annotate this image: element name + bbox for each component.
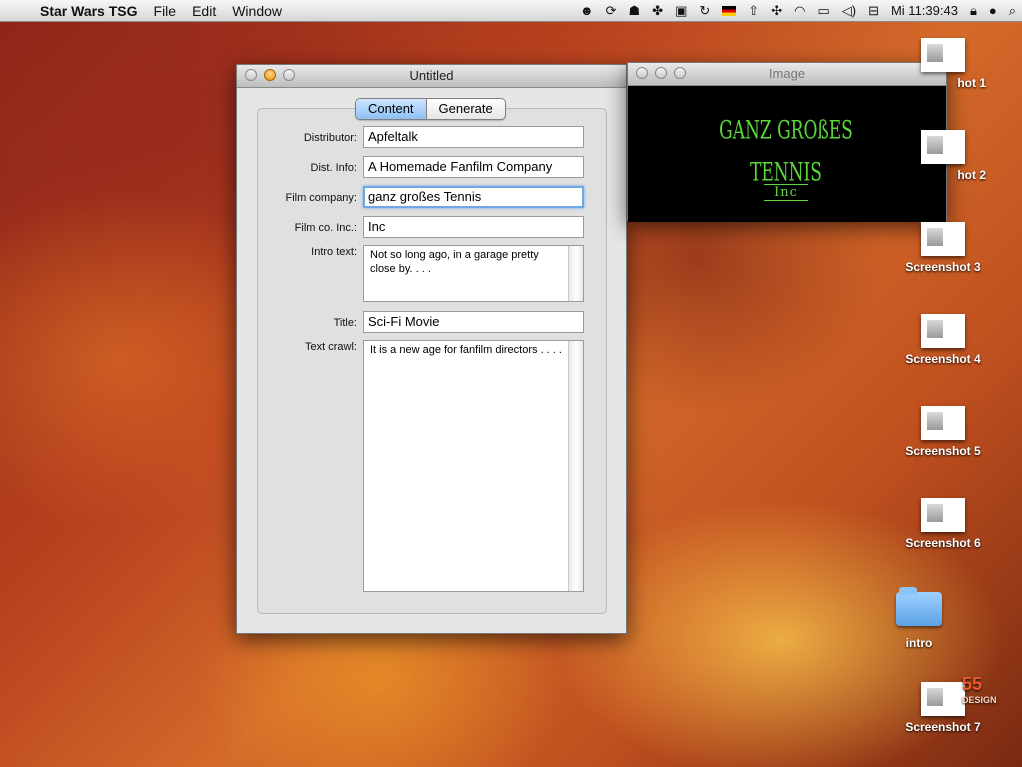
text-crawl-content: It is a new age for fanfilm directors . … bbox=[370, 344, 562, 356]
title-field[interactable]: Sci-Fi Movie bbox=[363, 311, 584, 333]
screenshot-thumbnail-icon bbox=[921, 314, 965, 348]
desktop-icon-screenshot-1[interactable]: hot 1 bbox=[888, 38, 998, 90]
time-machine-icon[interactable]: ↻ bbox=[699, 3, 710, 19]
desktop-icon-label: Screenshot 3 bbox=[905, 260, 981, 274]
eject-icon[interactable]: ⇧ bbox=[748, 3, 759, 19]
volume-icon[interactable]: ◁) bbox=[842, 3, 856, 19]
window-controls bbox=[245, 69, 302, 81]
display-icon[interactable]: ⊟ bbox=[868, 3, 879, 19]
clock-display[interactable]: Mi 11:39:43 bbox=[891, 3, 958, 18]
title-label: Title: bbox=[333, 317, 357, 329]
text-crawl-area[interactable]: It is a new age for fanfilm directors . … bbox=[363, 340, 584, 592]
film-co-inc-field[interactable]: Inc bbox=[363, 216, 584, 238]
tab-control: Content Generate bbox=[355, 98, 506, 120]
image-close-button[interactable] bbox=[636, 67, 648, 79]
screenshot-thumbnail-icon bbox=[921, 498, 965, 532]
intro-text-area[interactable]: Not so long ago, in a garage pretty clos… bbox=[363, 245, 584, 302]
window-title: Untitled bbox=[409, 68, 454, 83]
main-window-titlebar[interactable]: Untitled bbox=[237, 65, 626, 88]
desktop-icon-intro-folder[interactable]: intro bbox=[864, 587, 974, 650]
menu-edit[interactable]: Edit bbox=[192, 3, 216, 19]
desktop-icon-screenshot-2[interactable]: hot 2 bbox=[888, 130, 998, 182]
menu-window[interactable]: Window bbox=[232, 3, 282, 19]
desktop-icon-screenshot-6[interactable]: Screenshot 6 bbox=[888, 498, 998, 550]
desktop-icon-label: hot 2 bbox=[957, 168, 986, 182]
spaces-icon[interactable]: ▣ bbox=[675, 3, 687, 19]
dist-info-label: Dist. Info: bbox=[310, 162, 357, 174]
desktop-icon-screenshot-4[interactable]: Screenshot 4 bbox=[888, 314, 998, 366]
lock-icon[interactable]: 🔒︎ bbox=[970, 3, 977, 19]
tab-content[interactable]: Content bbox=[356, 99, 427, 119]
logo-main-text: GANZ GROßES TENNIS bbox=[719, 116, 853, 188]
paw-icon[interactable]: ✤ bbox=[652, 3, 663, 19]
desktop-icon-label: Screenshot 4 bbox=[905, 352, 981, 366]
screenshot-thumbnail-icon bbox=[921, 38, 965, 72]
intro-text-label: Intro text: bbox=[311, 246, 357, 258]
image-zoom-button[interactable] bbox=[674, 67, 686, 79]
distributor-label: Distributor: bbox=[303, 132, 357, 144]
pacman-ghost-icon[interactable]: ☗ bbox=[629, 3, 641, 19]
film-company-field[interactable]: ganz großes Tennis bbox=[363, 186, 584, 208]
screenshot-thumbnail-icon bbox=[921, 130, 965, 164]
brand-bottom-text: DESIGN bbox=[962, 695, 997, 705]
desktop-icon-screenshot-5[interactable]: Screenshot 5 bbox=[888, 406, 998, 458]
wifi-icon[interactable]: ◠ bbox=[794, 3, 805, 19]
minimize-button[interactable] bbox=[264, 69, 276, 81]
folder-icon bbox=[896, 587, 942, 626]
menu-bar: Star Wars TSG File Edit Window ☻ ⟳ ☗ ✤ ▣… bbox=[0, 0, 1022, 22]
desktop-icon-label: hot 1 bbox=[957, 76, 986, 90]
desktop-icon-label: intro bbox=[905, 636, 933, 650]
desktop-icon-label: Screenshot 6 bbox=[905, 536, 981, 550]
battery-icon[interactable]: ▭ bbox=[817, 3, 829, 19]
user-icon[interactable]: ● bbox=[989, 3, 997, 18]
desktop-icon-label: Screenshot 5 bbox=[905, 444, 981, 458]
film-co-inc-label: Film co. Inc.: bbox=[294, 222, 357, 234]
screenshot-thumbnail-icon bbox=[921, 406, 965, 440]
text-crawl-scrollbar[interactable] bbox=[568, 341, 583, 591]
screenshot-thumbnail-icon bbox=[921, 682, 965, 716]
image-window-controls bbox=[636, 67, 693, 79]
menu-file[interactable]: File bbox=[154, 3, 177, 19]
menu-extras: ☻ ⟳ ☗ ✤ ▣ ↻ ⇧ ✣ ◠ ▭ ◁) ⊟ Mi 11:39:43 🔒︎ … bbox=[574, 3, 1022, 19]
german-flag-icon[interactable] bbox=[722, 5, 737, 16]
film-company-label: Film company: bbox=[285, 192, 357, 204]
spotlight-search-icon[interactable]: ⌕ bbox=[1009, 3, 1016, 19]
text-crawl-label: Text crawl: bbox=[305, 341, 357, 353]
menu-app-name[interactable]: Star Wars TSG bbox=[40, 3, 138, 19]
image-minimize-button[interactable] bbox=[655, 67, 667, 79]
intro-text-content: Not so long ago, in a garage pretty clos… bbox=[370, 249, 539, 275]
zoom-button[interactable] bbox=[283, 69, 295, 81]
desktop-icon-screenshot-3[interactable]: Screenshot 3 bbox=[888, 222, 998, 274]
tab-generate[interactable]: Generate bbox=[427, 99, 505, 119]
brand-top-text: 55 bbox=[962, 674, 983, 694]
bluetooth-icon[interactable]: ✣ bbox=[771, 3, 782, 19]
ganz-grosses-tennis-logo: GANZ GROßES TENNIS Inc bbox=[706, 116, 866, 201]
main-window: Untitled Content Generate Distributor: A… bbox=[236, 64, 627, 634]
intro-text-scrollbar[interactable] bbox=[568, 246, 583, 301]
wallpaper-brand-logo: 55 DESIGN bbox=[962, 674, 997, 708]
close-button[interactable] bbox=[245, 69, 257, 81]
image-window-title: Image bbox=[768, 66, 806, 81]
ghost-app-icon[interactable]: ☻ bbox=[580, 3, 594, 18]
desktop-icon-label: Screenshot 7 bbox=[905, 720, 981, 734]
dist-info-field[interactable]: A Homemade Fanfilm Company bbox=[363, 156, 584, 178]
distributor-field[interactable]: Apfeltalk bbox=[363, 126, 584, 148]
screenshot-thumbnail-icon bbox=[921, 222, 965, 256]
sync-status-icon[interactable]: ⟳ bbox=[606, 3, 617, 19]
